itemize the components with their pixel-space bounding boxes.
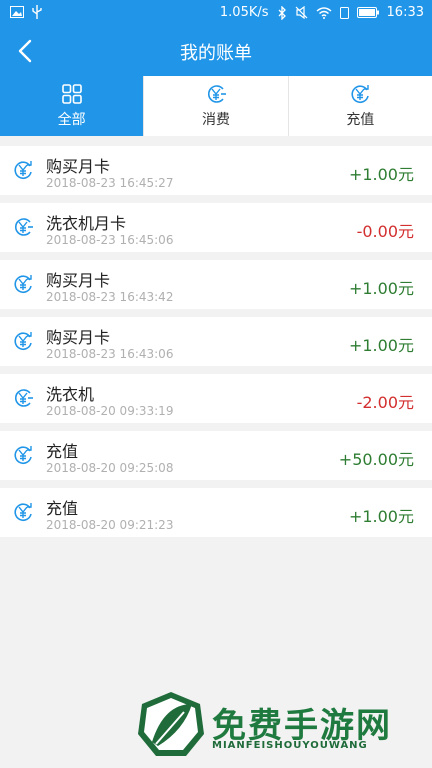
clock: 16:33: [386, 5, 424, 20]
tab-consume[interactable]: 消费: [144, 76, 289, 136]
yen-refresh-icon: [12, 159, 34, 181]
bill-name: 购买月卡: [46, 157, 111, 176]
bill-row[interactable]: 购买月卡 2018-08-23 16:43:42 +1.00元: [0, 260, 432, 309]
leaf-logo-icon: [138, 692, 204, 756]
bill-row[interactable]: 充值 2018-08-20 09:25:08 +50.00元: [0, 431, 432, 480]
bill-name: 洗衣机月卡: [46, 214, 127, 233]
bill-name: 充值: [46, 442, 79, 461]
filter-tabs: 全部 消费 充值: [0, 76, 432, 136]
yen-refresh-icon: [12, 330, 34, 352]
bill-name: 购买月卡: [46, 271, 111, 290]
bill-name: 充值: [46, 499, 79, 518]
yen-minus-icon: [12, 387, 34, 409]
bill-amount: +1.00元: [348, 165, 414, 184]
gallery-icon: [10, 6, 24, 18]
yen-refresh-icon: [12, 273, 34, 295]
bill-amount: +50.00元: [338, 450, 414, 469]
battery-icon: [356, 7, 379, 18]
bill-time: 2018-08-20 09:33:19: [46, 404, 174, 418]
bill-time: 2018-08-23 16:43:06: [46, 347, 174, 361]
page-title: 我的账单: [180, 43, 252, 64]
bill-time: 2018-08-23 16:43:42: [46, 290, 174, 304]
bill-amount: -2.00元: [356, 393, 414, 412]
bill-amount: +1.00元: [348, 336, 414, 355]
bill-list: 购买月卡 2018-08-23 16:45:27 +1.00元 洗衣机月卡 2018-0…: [0, 146, 432, 545]
tab-consume-label: 消费: [201, 112, 230, 128]
network-speed: 1.05K/s: [219, 5, 269, 20]
site-watermark: 免费手游网 MIANFEISHOUYOUWANG: [132, 690, 432, 768]
wifi-icon: [316, 6, 331, 19]
bill-row[interactable]: 购买月卡 2018-08-23 16:45:27 +1.00元: [0, 146, 432, 195]
grid-icon: [61, 84, 82, 104]
yen-refresh-icon: [12, 501, 34, 523]
tab-recharge-label: 充值: [346, 112, 375, 128]
bill-name: 洗衣机: [46, 385, 95, 404]
watermark-subtitle: MIANFEISHOUYOUWANG: [212, 740, 368, 751]
app-bar: 我的账单: [0, 26, 432, 76]
status-bar: 1.05K/s 16:33: [0, 0, 432, 26]
bill-amount: +1.00元: [348, 279, 414, 298]
bill-row[interactable]: 购买月卡 2018-08-23 16:43:06 +1.00元: [0, 317, 432, 366]
bill-row[interactable]: 充值 2018-08-20 09:21:23 +1.00元: [0, 488, 432, 537]
bill-row[interactable]: 洗衣机月卡 2018-08-23 16:45:06 -0.00元: [0, 203, 432, 252]
sim-icon: [339, 6, 349, 19]
bill-amount: -0.00元: [356, 222, 414, 241]
tab-all-label: 全部: [57, 112, 86, 128]
bill-amount: +1.00元: [348, 507, 414, 526]
yen-refresh-icon: [351, 85, 370, 103]
tab-all[interactable]: 全部: [0, 76, 145, 136]
yen-minus-icon: [12, 216, 34, 238]
bill-time: 2018-08-23 16:45:06: [46, 233, 174, 247]
bill-time: 2018-08-23 16:45:27: [46, 176, 174, 190]
tab-recharge[interactable]: 充值: [289, 76, 432, 136]
yen-minus-icon: [208, 85, 226, 103]
bluetooth-icon: [278, 5, 286, 20]
mute-icon: [295, 6, 307, 19]
yen-refresh-icon: [12, 444, 34, 466]
usb-icon: [32, 5, 42, 19]
bill-time: 2018-08-20 09:25:08: [46, 461, 174, 475]
bill-name: 购买月卡: [46, 328, 111, 347]
bill-row[interactable]: 洗衣机 2018-08-20 09:33:19 -2.00元: [0, 374, 432, 423]
bill-time: 2018-08-20 09:21:23: [46, 518, 174, 532]
